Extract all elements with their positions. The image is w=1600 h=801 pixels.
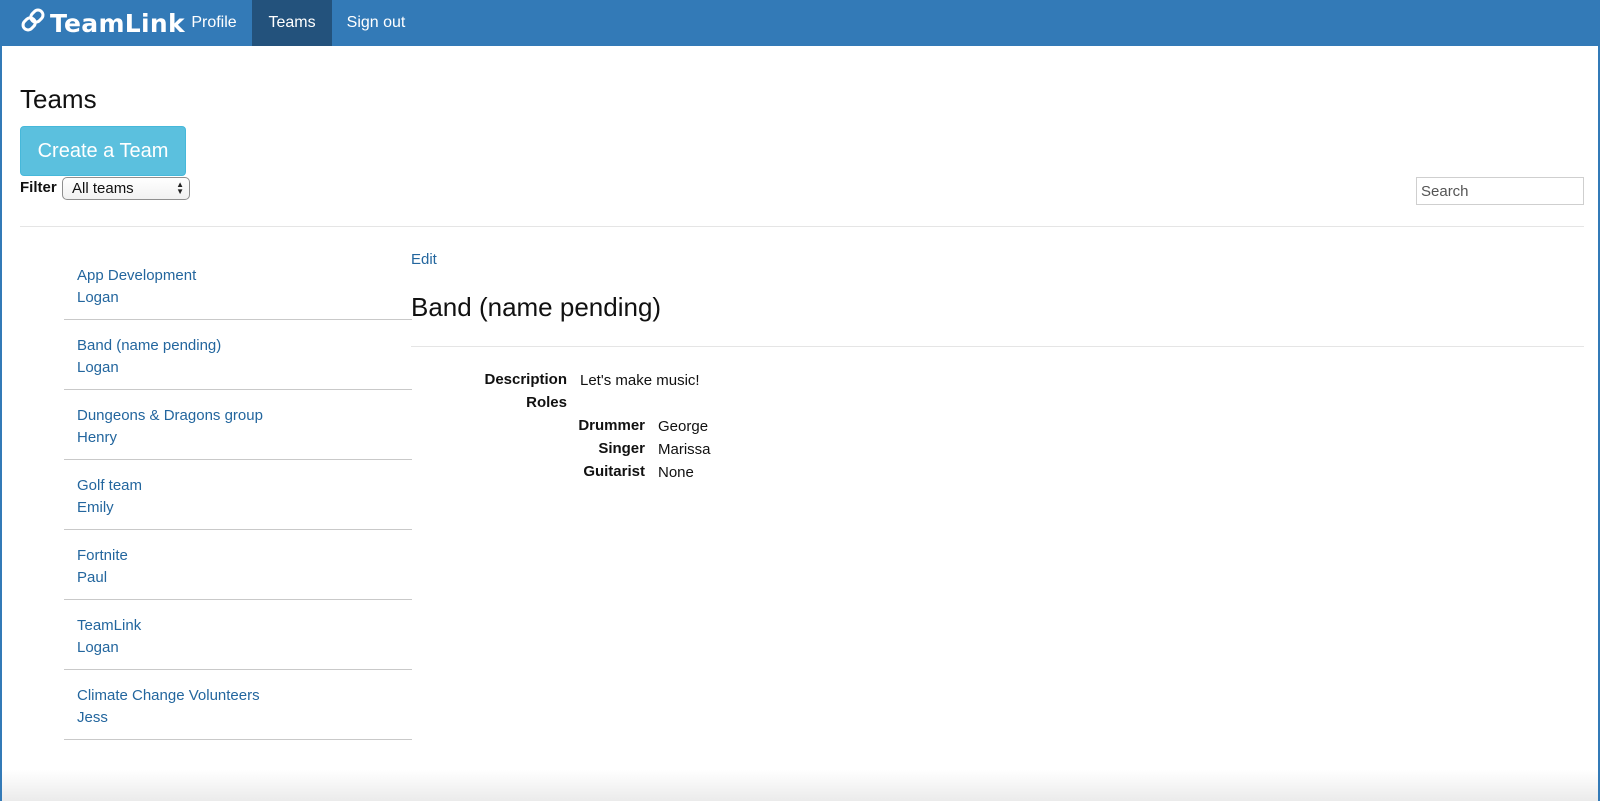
filter-label: Filter: [20, 179, 57, 196]
edit-team-link[interactable]: Edit: [411, 251, 437, 268]
team-owner[interactable]: Jess: [77, 707, 412, 729]
top-navbar: TeamLink Profile Teams Sign out: [2, 0, 1598, 46]
team-list-item[interactable]: Band (name pending) Logan: [64, 320, 412, 390]
team-owner[interactable]: Paul: [77, 567, 412, 589]
team-list-item[interactable]: Climate Change Volunteers Jess: [64, 670, 412, 740]
window-bottom-shadow: [2, 770, 1598, 801]
team-name[interactable]: Fortnite: [77, 545, 412, 567]
filter-select[interactable]: All teams ▲ ▼: [62, 177, 190, 200]
role-name: Singer: [598, 440, 645, 457]
team-name[interactable]: TeamLink: [77, 615, 412, 637]
role-name: Guitarist: [583, 463, 645, 480]
team-list: App Development Logan Band (name pending…: [64, 250, 412, 740]
nav-profile[interactable]: Profile: [178, 0, 250, 46]
nav-teams[interactable]: Teams: [252, 0, 332, 46]
page-title: Teams: [20, 84, 97, 114]
brand-name: TeamLink: [50, 8, 185, 38]
create-team-button[interactable]: Create a Team: [20, 126, 186, 176]
filter-selected-value: All teams: [72, 180, 134, 197]
roles-label: Roles: [526, 394, 567, 411]
detail-divider: [411, 346, 1584, 347]
team-owner[interactable]: Henry: [77, 427, 412, 449]
nav-sign-out[interactable]: Sign out: [332, 0, 420, 46]
role-name: Drummer: [578, 417, 645, 434]
team-list-item[interactable]: Golf team Emily: [64, 460, 412, 530]
header-divider: [20, 226, 1584, 227]
team-owner[interactable]: Emily: [77, 497, 412, 519]
team-detail-title: Band (name pending): [411, 292, 662, 322]
team-owner[interactable]: Logan: [77, 637, 412, 659]
team-list-item[interactable]: Fortnite Paul: [64, 530, 412, 600]
team-owner[interactable]: Logan: [77, 287, 412, 309]
description-label: Description: [484, 371, 567, 388]
role-member: Marissa: [658, 441, 711, 458]
team-name[interactable]: Dungeons & Dragons group: [77, 405, 412, 427]
team-name[interactable]: Band (name pending): [77, 335, 412, 357]
description-value: Let's make music!: [580, 372, 700, 389]
select-arrows-icon: ▲ ▼: [176, 180, 184, 196]
app-window: TeamLink Profile Teams Sign out Teams Cr…: [0, 0, 1600, 801]
team-owner[interactable]: Logan: [77, 357, 412, 379]
link-icon: [18, 5, 50, 41]
team-name[interactable]: Climate Change Volunteers: [77, 685, 412, 707]
role-member: George: [658, 418, 709, 435]
role-member: None: [658, 464, 694, 481]
team-list-item[interactable]: App Development Logan: [64, 250, 412, 320]
team-name[interactable]: Golf team: [77, 475, 412, 497]
team-list-item[interactable]: Dungeons & Dragons group Henry: [64, 390, 412, 460]
team-list-item[interactable]: TeamLink Logan: [64, 600, 412, 670]
team-name[interactable]: App Development: [77, 265, 412, 287]
search-input[interactable]: [1416, 177, 1584, 205]
brand-link[interactable]: TeamLink: [18, 0, 185, 46]
